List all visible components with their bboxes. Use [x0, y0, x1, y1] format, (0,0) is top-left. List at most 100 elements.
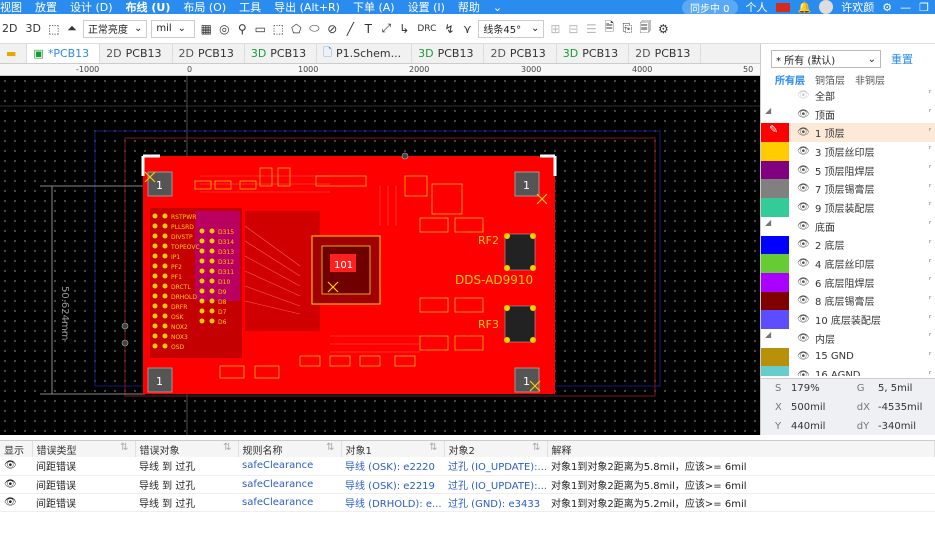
eye-icon[interactable]: 👁 — [797, 202, 810, 213]
tab-7[interactable]: 3D PCB13 — [557, 44, 630, 63]
layer-row-1[interactable]: ◢ 👁 顶面 ⸢ — [761, 105, 935, 124]
layer-row-10[interactable]: 👁 6 底层阻焊层 ⸢ — [761, 272, 935, 292]
layer-lock-icon[interactable]: ⸢ — [928, 202, 932, 212]
tab-6[interactable]: 2D PCB13 — [484, 44, 557, 63]
brightness-icon[interactable]: ⏶ — [65, 21, 79, 36]
drc-button[interactable]: DRC — [415, 24, 438, 34]
layer-lock-icon[interactable]: ⸢ — [928, 128, 932, 138]
user-name[interactable]: 许欢颜 — [841, 0, 874, 14]
eye-icon[interactable]: 👁 — [797, 258, 810, 269]
layer-color-swatch[interactable] — [761, 142, 789, 161]
layer-color-swatch[interactable] — [761, 310, 789, 329]
layer-row-12[interactable]: 👁 10 底层装配层 ⸢ — [761, 310, 935, 329]
tab-1[interactable]: 2D PCB13 — [100, 44, 173, 63]
rect-icon[interactable]: ▭ — [253, 22, 267, 36]
drc-column-header[interactable]: 对象2 ⇅ — [444, 441, 548, 457]
eye-icon[interactable]: 👁 — [797, 351, 810, 362]
grid-icon[interactable]: ▦ — [199, 22, 213, 36]
export-icon[interactable]: ⎘ — [620, 21, 634, 36]
layer-row-8[interactable]: 👁 2 底层 ⸢ — [761, 235, 935, 255]
layer-row-11[interactable]: 👁 8 底层锡膏层 ⸢ — [761, 291, 935, 311]
layer-color-swatch[interactable] — [761, 366, 789, 376]
eye-icon[interactable]: 👁 — [797, 109, 810, 120]
layer-lock-icon[interactable]: ⸢ — [928, 165, 932, 175]
menu-export[interactable]: 导出 (Alt+R) — [274, 0, 353, 14]
layer-color-swatch[interactable]: ✎ — [761, 123, 789, 143]
no-entry-icon[interactable]: ⊘ — [325, 22, 339, 36]
layer-color-swatch[interactable] — [761, 179, 789, 199]
drc-column-header[interactable]: 错误对象 ⇅ — [135, 441, 239, 457]
drc-column-header[interactable]: 对象1 ⇅ — [341, 441, 445, 457]
layer-color-swatch[interactable] — [761, 160, 789, 180]
route-icon[interactable]: ↳ — [397, 22, 411, 36]
view-2d-button[interactable]: 2D — [0, 22, 19, 35]
layer-row-2[interactable]: ✎ 👁 1 顶层 ⸢ — [761, 123, 935, 143]
layer-lock-icon[interactable]: ⸢ — [928, 184, 932, 194]
polygon-icon[interactable]: ⬠ — [289, 22, 303, 36]
drc-column-header[interactable]: 错误类型 ⇅ — [32, 441, 136, 457]
view-3d-button[interactable]: 3D — [23, 22, 42, 35]
settings-icon[interactable]: ⚙ — [656, 22, 670, 36]
drc-cell-obj2[interactable]: 过孔 (IO_UPDATE):... — [444, 475, 547, 494]
sort-icon[interactable]: ⇅ — [223, 442, 237, 453]
pcb-canvas[interactable]: 50.624mm 101 RSTPWR PLLSRD DIVSTP TOPEOV… — [0, 76, 760, 435]
drc-cell-obj2[interactable]: 过孔 (GND): e3433 — [444, 493, 547, 512]
select-area-icon[interactable]: ⬚ — [47, 22, 61, 36]
drc-column-header[interactable]: 显示 — [0, 441, 33, 457]
via-icon[interactable]: ◎ — [217, 22, 231, 36]
layer-lock-icon[interactable]: ⸢ — [928, 352, 932, 362]
tab-non-copper-layers[interactable]: 非铜层 — [855, 72, 885, 87]
tab-2[interactable]: 2D PCB13 — [173, 44, 245, 63]
menu-route[interactable]: 布线 (U) — [126, 0, 184, 14]
eye-icon[interactable]: 👁 — [797, 314, 810, 325]
tab-all-layers[interactable]: 所有层 — [775, 72, 805, 87]
menu-order[interactable]: 下单 (A) — [353, 0, 408, 14]
layer-row-3[interactable]: 👁 3 顶层丝印层 ⸢ — [761, 142, 935, 161]
line-icon[interactable]: ╱ — [343, 22, 357, 36]
layer-lock-icon[interactable]: ⸢ — [928, 333, 932, 343]
eye-icon[interactable]: 👁 — [797, 165, 810, 176]
dimension-icon[interactable]: ⤢ — [379, 21, 393, 36]
drc-cell-rule[interactable]: safeClearance — [238, 493, 341, 512]
layer-color-swatch[interactable] — [761, 198, 789, 217]
pin-icon[interactable]: ⚲ — [235, 22, 249, 36]
eye-icon[interactable]: 👁 — [0, 475, 32, 494]
tab-3[interactable]: 3D PCB13 — [245, 44, 318, 63]
line-angle-select[interactable]: 线条45° ⌄ — [478, 19, 545, 38]
eye-icon[interactable]: 👁 — [797, 221, 810, 232]
drc-row[interactable]: 👁 间距错误 导线 到 过孔 safeClearance 导线 (DRHOLD): e.… — [0, 493, 935, 512]
tab-5[interactable]: 3D PCB13 — [412, 44, 485, 63]
layer-row-6[interactable]: 👁 9 顶层装配层 ⸢ — [761, 198, 935, 217]
eye-icon[interactable]: 👁 — [797, 183, 810, 194]
layer-row-5[interactable]: 👁 7 顶层锡膏层 ⸢ — [761, 179, 935, 199]
layer-filter-select[interactable]: * 所有 (默认) ⌄ — [771, 50, 881, 68]
align-icon[interactable]: ⊞ — [548, 22, 562, 36]
language-flag-icon[interactable] — [775, 2, 790, 12]
eye-icon[interactable]: 👁 — [0, 457, 32, 476]
tab-copper-layers[interactable]: 铜箔层 — [815, 72, 845, 87]
tab-8[interactable]: 2D PCB13 — [629, 44, 702, 63]
layer-lock-icon[interactable]: ⸢ — [928, 109, 932, 119]
menu-tools[interactable]: 工具 — [239, 0, 274, 14]
drc-cell-obj1[interactable]: 导线 (OSK): e2220 — [341, 457, 444, 476]
drc-column-header[interactable]: 规则名称 ⇅ — [238, 441, 342, 457]
layer-row-7[interactable]: ◢ 👁 底面 ⸢ — [761, 217, 935, 236]
menu-settings[interactable]: 设置 (I) — [408, 0, 458, 14]
layer-stack-icon[interactable]: ☰ — [584, 22, 598, 36]
menu-place[interactable]: 放置 — [35, 0, 70, 14]
drc-row[interactable]: 👁 间距错误 导线 到 过孔 safeClearance 导线 (OSK): e2219… — [0, 475, 935, 494]
drc-cell-rule[interactable]: safeClearance — [238, 457, 341, 476]
eye-icon[interactable]: 👁 — [797, 333, 810, 344]
layer-color-swatch[interactable] — [761, 291, 789, 311]
personal-label[interactable]: 个人 — [746, 0, 768, 14]
layer-row-4[interactable]: 👁 5 顶层阻焊层 ⸢ — [761, 160, 935, 180]
sync-status[interactable]: 同步中 0 — [682, 0, 738, 14]
eye-off-icon[interactable]: 👁 — [797, 90, 810, 101]
eye-icon[interactable]: 👁 — [797, 277, 810, 288]
text-icon[interactable]: T — [361, 22, 375, 36]
menu-help[interactable]: 帮助 — [458, 0, 493, 14]
drc-cell-obj1[interactable]: 导线 (OSK): e2219 — [341, 475, 444, 494]
layer-lock-icon[interactable]: ⸢ — [928, 146, 932, 156]
distribute-icon[interactable]: ⊟ — [566, 22, 580, 36]
tab-0[interactable]: ▣ *PCB13 — [27, 44, 101, 63]
